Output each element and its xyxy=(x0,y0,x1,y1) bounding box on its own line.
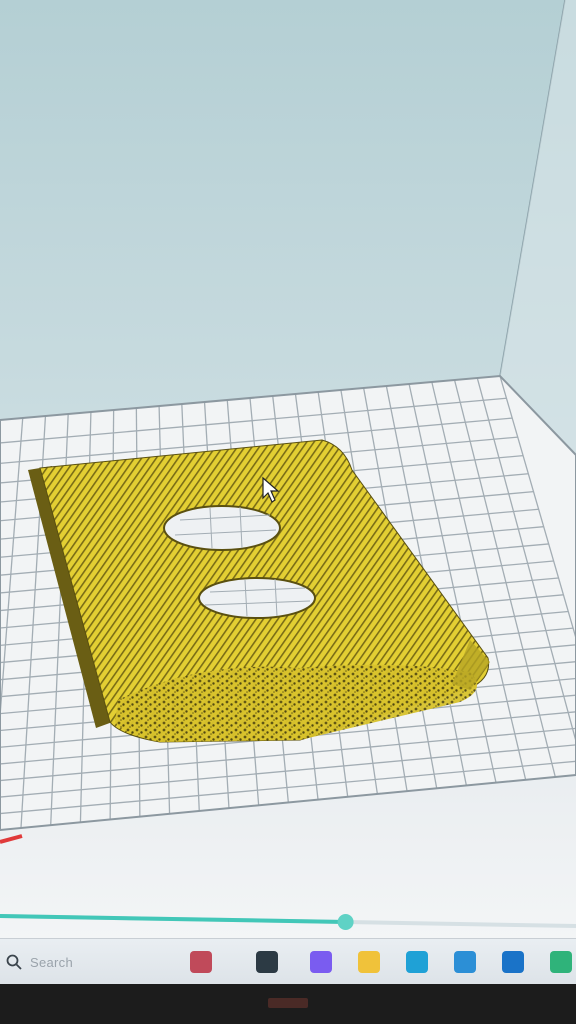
search-label: Search xyxy=(30,954,73,970)
task-view-icon[interactable] xyxy=(256,951,278,973)
taskbar-search[interactable]: Search xyxy=(0,947,160,977)
model-hole-upper xyxy=(163,505,281,551)
outlook-icon[interactable] xyxy=(502,951,524,973)
copilot-icon[interactable] xyxy=(310,951,332,973)
photo-of-monitor: Search xyxy=(0,0,576,1024)
widgets-icon[interactable] xyxy=(190,951,212,973)
windows-taskbar: Search xyxy=(0,938,576,985)
slicer-3d-viewport[interactable] xyxy=(0,0,576,1024)
store-icon[interactable] xyxy=(454,951,476,973)
monitor-bezel xyxy=(0,984,576,1024)
app-icon[interactable] xyxy=(550,951,572,973)
edge-icon[interactable] xyxy=(406,951,428,973)
search-icon xyxy=(6,954,22,970)
model-hole-lower xyxy=(198,577,316,619)
layer-slider-handle xyxy=(337,914,354,930)
monitor-logo xyxy=(268,998,308,1008)
file-explorer-icon[interactable] xyxy=(358,951,380,973)
